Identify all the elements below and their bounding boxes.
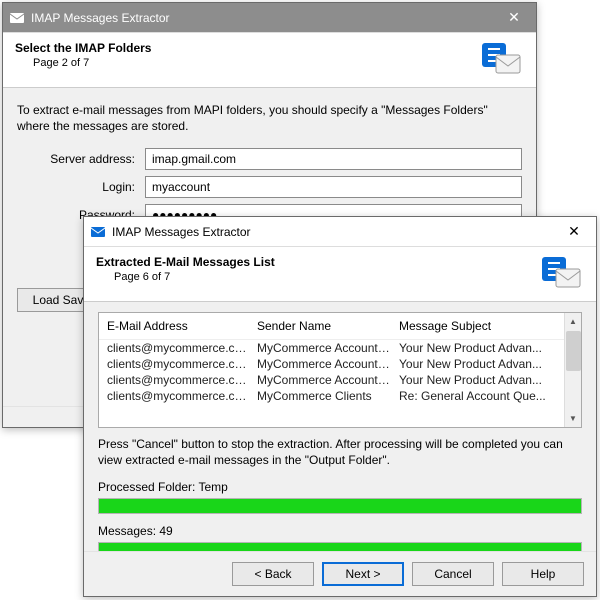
wizard-step-title: Select the IMAP Folders (15, 41, 480, 55)
scroll-thumb[interactable] (566, 331, 581, 371)
processed-folder-label: Processed Folder: Temp (98, 480, 582, 494)
messages-table: E-Mail Address Sender Name Message Subje… (98, 312, 582, 428)
wizard-step-title: Extracted E-Mail Messages List (96, 255, 540, 269)
titlebar[interactable]: IMAP Messages Extractor ✕ (3, 3, 536, 33)
cell-sender: MyCommerce Accounts D... (257, 341, 399, 355)
col-sender[interactable]: Sender Name (257, 319, 399, 333)
intro-text: To extract e-mail messages from MAPI fol… (17, 102, 522, 134)
cell-email: clients@mycommerce.com (107, 357, 257, 371)
login-input[interactable] (145, 176, 522, 198)
wizard-window-page6: IMAP Messages Extractor ✕ Extracted E-Ma… (83, 216, 597, 597)
cell-subject: Your New Product Advan... (399, 373, 556, 387)
col-subject[interactable]: Message Subject (399, 319, 556, 333)
wizard-header: Select the IMAP Folders Page 2 of 7 (3, 33, 536, 88)
cell-subject: Re: General Account Que... (399, 389, 556, 403)
wizard-step-sub: Page 6 of 7 (96, 271, 540, 283)
col-email[interactable]: E-Mail Address (107, 319, 257, 333)
cell-email: clients@mycommerce.com (107, 373, 257, 387)
server-address-input[interactable] (145, 148, 522, 170)
help-button[interactable]: Help (502, 562, 584, 586)
back-button[interactable]: < Back (232, 562, 314, 586)
scroll-track[interactable] (565, 372, 581, 410)
cancel-button[interactable]: Cancel (412, 562, 494, 586)
cell-sender: MyCommerce Accounts D... (257, 357, 399, 371)
wizard-bottom-bar: < Back Next > Cancel Help (84, 551, 596, 596)
close-icon: ✕ (568, 223, 580, 240)
table-header: E-Mail Address Sender Name Message Subje… (99, 313, 564, 340)
cell-sender: MyCommerce Accounts D... (257, 373, 399, 387)
vertical-scrollbar[interactable]: ▲ ▼ (564, 313, 581, 427)
close-icon: ✕ (508, 9, 520, 26)
cell-sender: MyCommerce Clients (257, 389, 399, 403)
cell-email: clients@mycommerce.com (107, 341, 257, 355)
app-icon (90, 224, 106, 240)
extraction-hint: Press "Cancel" button to stop the extrac… (98, 436, 582, 468)
close-button[interactable]: ✕ (552, 218, 596, 246)
table-row[interactable]: clients@mycommerce.comMyCommerce Account… (99, 356, 564, 372)
table-row[interactable]: clients@mycommerce.comMyCommerce Account… (99, 372, 564, 388)
app-icon (9, 10, 25, 26)
folder-progress (98, 498, 582, 514)
close-button[interactable]: ✕ (492, 4, 536, 32)
server-address-label: Server address: (17, 152, 145, 166)
login-label: Login: (17, 180, 145, 194)
table-row[interactable]: clients@mycommerce.comMyCommerce Account… (99, 340, 564, 356)
wizard-header: Extracted E-Mail Messages List Page 6 of… (84, 247, 596, 302)
exchange-mail-icon (480, 41, 524, 77)
exchange-mail-icon (540, 255, 584, 291)
scroll-up-icon[interactable]: ▲ (565, 313, 581, 330)
next-button[interactable]: Next > (322, 562, 404, 586)
messages-count-label: Messages: 49 (98, 524, 582, 538)
cell-email: clients@mycommerce.com (107, 389, 257, 403)
cell-subject: Your New Product Advan... (399, 341, 556, 355)
scroll-down-icon[interactable]: ▼ (565, 410, 581, 427)
titlebar[interactable]: IMAP Messages Extractor ✕ (84, 217, 596, 247)
window-title: IMAP Messages Extractor (112, 225, 552, 239)
cell-subject: Your New Product Advan... (399, 357, 556, 371)
window-title: IMAP Messages Extractor (31, 11, 492, 25)
wizard-step-sub: Page 2 of 7 (15, 57, 480, 69)
table-row[interactable]: clients@mycommerce.comMyCommerce Clients… (99, 388, 564, 404)
